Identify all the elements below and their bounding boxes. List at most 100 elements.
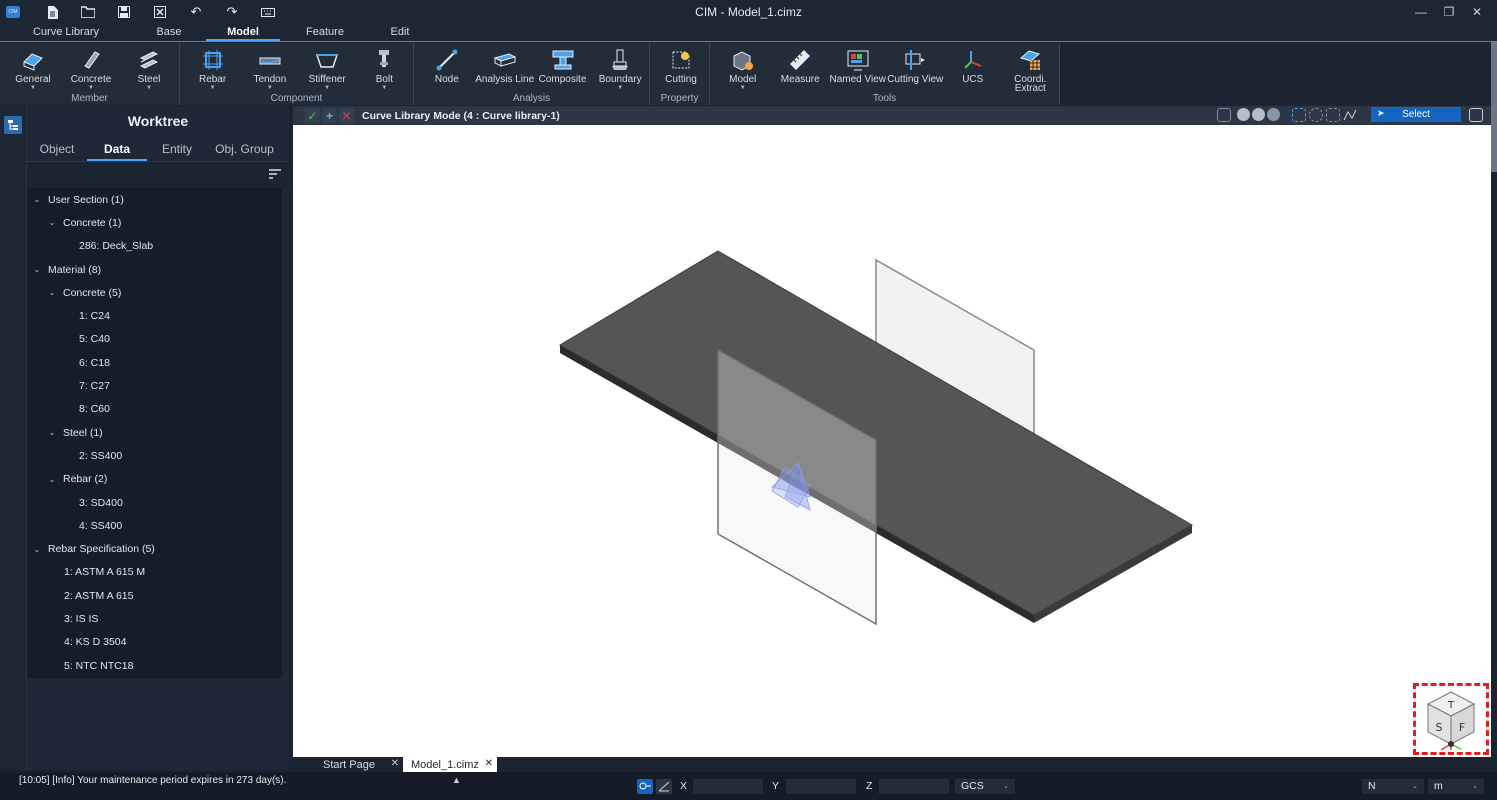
- model-tool-button[interactable]: Model ▼: [714, 43, 772, 93]
- named-view-button[interactable]: Named View: [829, 43, 887, 93]
- composite-button[interactable]: Composite: [534, 43, 592, 93]
- add-plus-icon[interactable]: +: [322, 108, 337, 123]
- tree-node[interactable]: ⌄ Concrete (1): [27, 211, 282, 234]
- chevron-down-icon[interactable]: ⌄: [47, 428, 57, 437]
- analysis-line-button[interactable]: Analysis Line: [475, 43, 534, 93]
- new-file-icon[interactable]: [34, 1, 70, 23]
- chevron-down-icon[interactable]: ⌄: [47, 288, 57, 297]
- tree-node[interactable]: 6: C18: [27, 351, 282, 374]
- chevron-down-icon[interactable]: ⌄: [32, 265, 42, 274]
- expand-log-icon[interactable]: ▲: [452, 775, 461, 785]
- close-icon[interactable]: ✕: [391, 758, 399, 769]
- z-coordinate-field[interactable]: [879, 779, 949, 794]
- box-select-icon[interactable]: [1292, 107, 1306, 122]
- worktree-scrollbar[interactable]: [283, 188, 289, 678]
- circle-select-icon[interactable]: [1309, 107, 1323, 122]
- select-mode-dropdown[interactable]: ➤ Select: [1371, 107, 1461, 122]
- open-folder-icon[interactable]: [70, 1, 106, 23]
- worktree-icon[interactable]: [4, 116, 22, 134]
- app-logo[interactable]: CIM: [6, 6, 20, 18]
- snap-angle-icon[interactable]: [656, 779, 672, 794]
- redo-icon[interactable]: ↷: [214, 1, 250, 23]
- tab-obj-group[interactable]: Obj. Group: [207, 136, 282, 161]
- tree-node[interactable]: 1: C24: [27, 304, 282, 327]
- ucs-button[interactable]: UCS: [944, 43, 1002, 93]
- doc-tab-model[interactable]: Model_1.cimz ✕: [403, 757, 497, 772]
- tab-edit[interactable]: Edit: [370, 24, 430, 41]
- save-icon[interactable]: [106, 1, 142, 23]
- tree-node[interactable]: ⌄ Steel (1): [27, 421, 282, 444]
- chevron-down-icon[interactable]: ⌄: [47, 218, 57, 227]
- tab-entity[interactable]: Entity: [147, 136, 207, 161]
- tree-node[interactable]: 2: ASTM A 615: [27, 584, 282, 607]
- x-coordinate-field[interactable]: [693, 779, 763, 794]
- scrollbar-thumb[interactable]: [1491, 42, 1497, 172]
- tree-node[interactable]: ⌄ User Section (1): [27, 188, 282, 211]
- tree-node[interactable]: ⌄ Rebar (2): [27, 468, 282, 491]
- concrete-button[interactable]: Concrete ▼: [62, 43, 120, 93]
- tree-node[interactable]: ⌄ Concrete (5): [27, 281, 282, 304]
- view-cube[interactable]: T S F: [1413, 683, 1489, 755]
- tree-node[interactable]: 286: Deck_Slab: [27, 235, 282, 258]
- tree-node[interactable]: 4: SS400: [27, 514, 282, 537]
- tree-node-label: 6: C18: [79, 356, 110, 369]
- tree-node[interactable]: 3: IS IS: [27, 607, 282, 630]
- tree-node[interactable]: 4: KS D 3504: [27, 631, 282, 654]
- close-icon[interactable]: ✕: [485, 758, 493, 769]
- cutting-view-button[interactable]: Cutting View: [887, 43, 945, 93]
- tree-node[interactable]: 7: C27: [27, 374, 282, 397]
- measure-button[interactable]: Measure: [772, 43, 830, 93]
- tree-node[interactable]: 1: ASTM A 615 M: [27, 561, 282, 584]
- tree-node[interactable]: 5: C40: [27, 328, 282, 351]
- polygon-select-icon[interactable]: [1326, 107, 1340, 122]
- tab-base[interactable]: Base: [132, 24, 206, 41]
- snap-point-icon[interactable]: [637, 779, 653, 794]
- view-cube-toggle-icon[interactable]: [1469, 107, 1483, 122]
- steel-button[interactable]: Steel ▼: [120, 43, 178, 93]
- tree-node[interactable]: 3: SD400: [27, 491, 282, 514]
- shaded-icon[interactable]: [1237, 108, 1250, 121]
- tab-object[interactable]: Object: [27, 136, 87, 161]
- minimize-button[interactable]: —: [1407, 2, 1435, 22]
- tree-node[interactable]: 5: NTC NTC18: [27, 654, 282, 677]
- polyline-select-icon[interactable]: [1343, 108, 1357, 122]
- stiffener-button[interactable]: Stiffener ▼: [299, 43, 356, 93]
- tree-node[interactable]: 8: C60: [27, 398, 282, 421]
- chevron-down-icon[interactable]: ⌄: [32, 545, 42, 554]
- confirm-check-icon[interactable]: ✓: [305, 108, 320, 123]
- coordinate-system-dropdown[interactable]: GCS ⌄: [955, 779, 1015, 794]
- shaded-edges-icon[interactable]: [1252, 108, 1265, 121]
- right-scrollbar[interactable]: [1491, 42, 1497, 770]
- doc-tab-start-page[interactable]: Start Page ✕: [293, 757, 403, 772]
- cancel-x-icon[interactable]: ✕: [339, 108, 354, 123]
- chevron-down-icon[interactable]: ⌄: [32, 195, 42, 204]
- tendon-button[interactable]: Tendon ▼: [241, 43, 298, 93]
- force-unit-dropdown[interactable]: N ⌄: [1362, 779, 1424, 794]
- tab-curve-library[interactable]: Curve Library: [0, 24, 132, 41]
- tree-node[interactable]: ⌄ Rebar Specification (5): [27, 537, 282, 560]
- rebar-button[interactable]: Rebar ▼: [184, 43, 241, 93]
- wireframe-icon[interactable]: [1267, 108, 1280, 121]
- coordi-extract-button[interactable]: Coordi. Extract: [1002, 43, 1060, 94]
- node-button[interactable]: Node: [418, 43, 476, 93]
- boundary-button[interactable]: Boundary ▼: [591, 43, 649, 93]
- bolt-button[interactable]: Bolt ▼: [356, 43, 413, 93]
- sort-icon[interactable]: [269, 169, 281, 181]
- y-coordinate-field[interactable]: [786, 779, 856, 794]
- cutting-button[interactable]: Cutting: [654, 43, 708, 93]
- tab-feature[interactable]: Feature: [280, 24, 370, 41]
- 3d-viewport[interactable]: T S F: [293, 125, 1491, 757]
- tab-data[interactable]: Data: [87, 136, 147, 161]
- tab-model[interactable]: Model: [206, 24, 280, 41]
- tree-node[interactable]: 2: SS400: [27, 444, 282, 467]
- tree-node[interactable]: ⌄ Material (8): [27, 258, 282, 281]
- restore-button[interactable]: ❐: [1435, 2, 1463, 22]
- undo-icon[interactable]: ↶: [178, 1, 214, 23]
- length-unit-dropdown[interactable]: m ⌄: [1428, 779, 1484, 794]
- keyboard-icon[interactable]: [250, 1, 286, 23]
- general-button[interactable]: General ▼: [4, 43, 62, 93]
- view-style-icon[interactable]: [1217, 107, 1231, 122]
- chevron-down-icon[interactable]: ⌄: [47, 475, 57, 484]
- close-window-button[interactable]: ✕: [1463, 2, 1491, 22]
- close-file-icon[interactable]: [142, 1, 178, 23]
